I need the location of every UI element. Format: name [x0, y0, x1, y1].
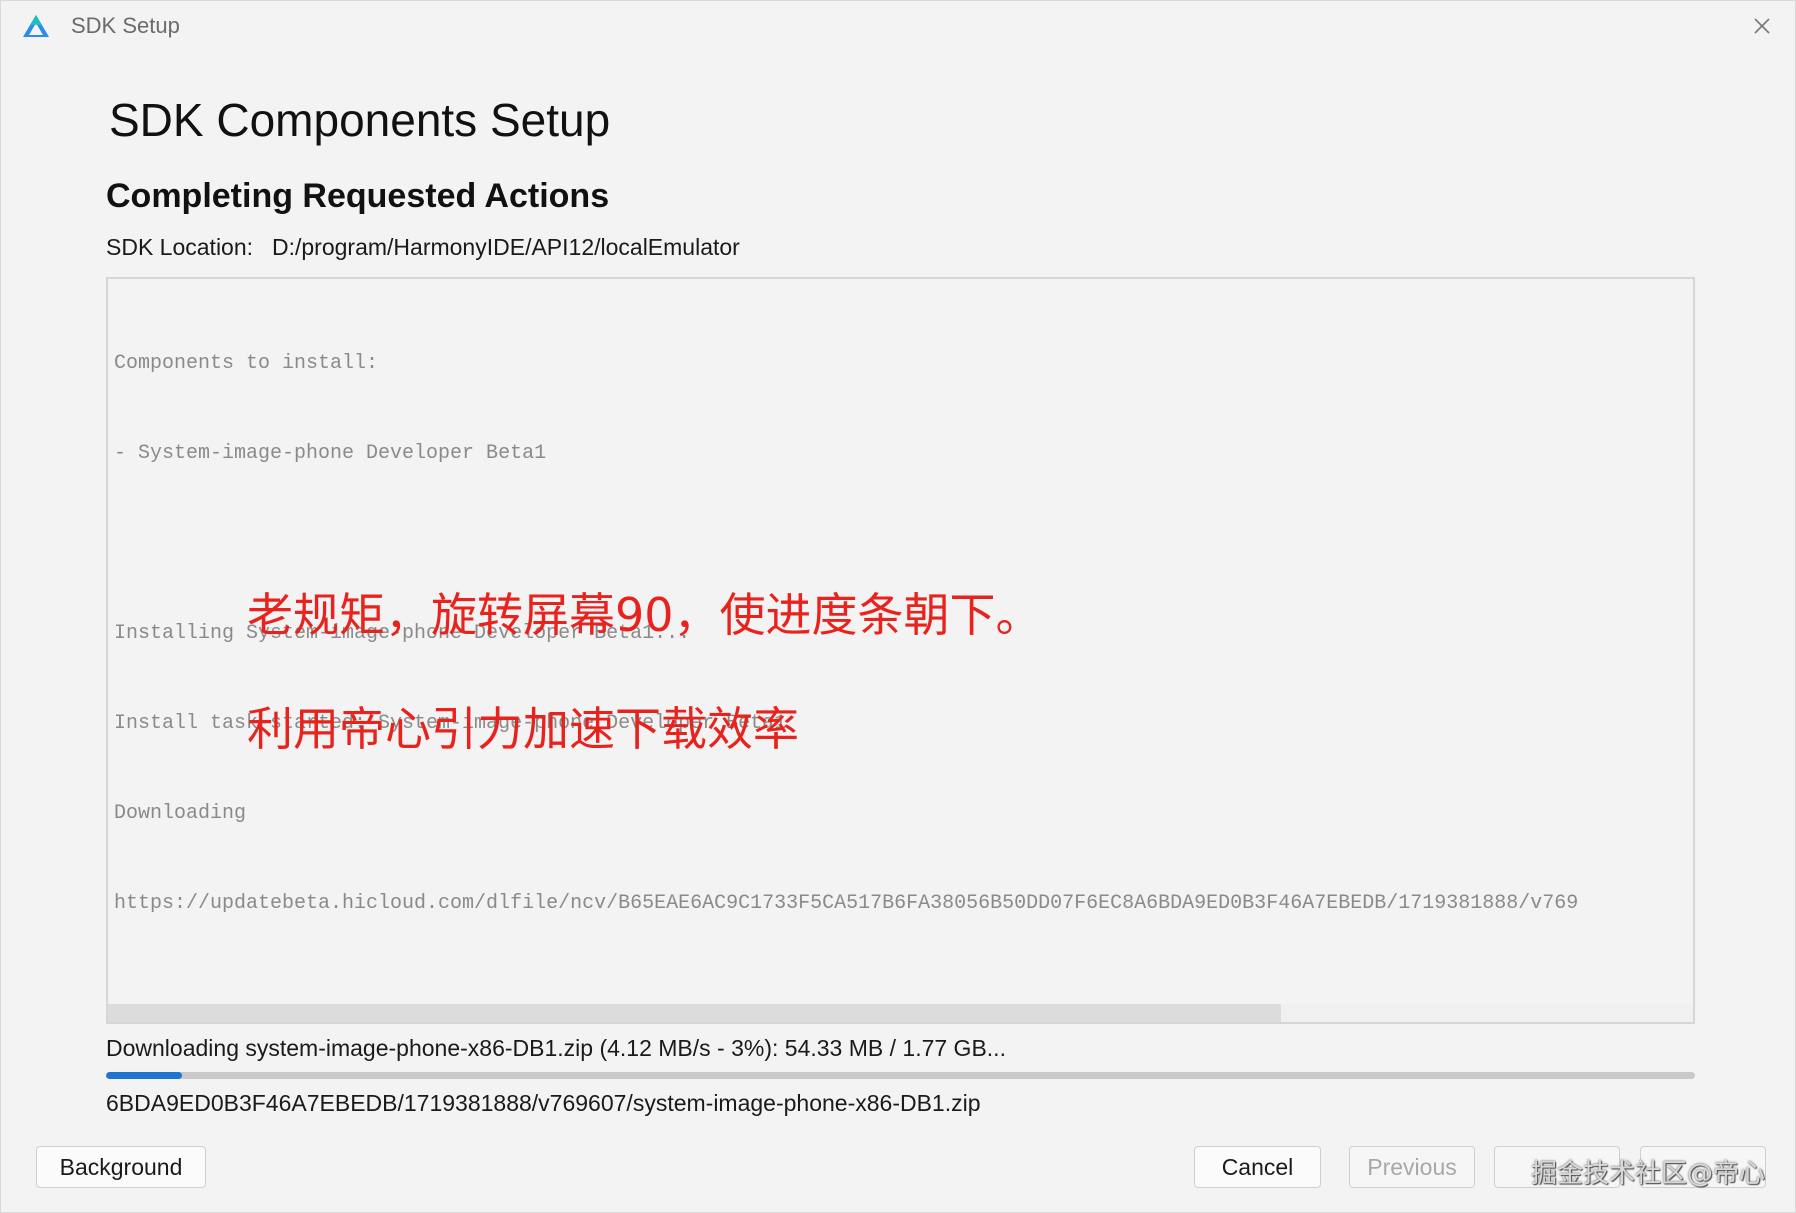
log-line: Downloading [114, 802, 247, 825]
background-button[interactable]: Background [36, 1146, 206, 1188]
log-line: - System-image-phone Developer Beta1 [114, 442, 547, 465]
log-line: https://updatebeta.hicloud.com/dlfile/nc… [114, 892, 1579, 915]
annotation-text: 老规矩，旋转屏幕90，使进度条朝下。 [247, 588, 1042, 642]
close-button[interactable] [1747, 11, 1777, 41]
annotation-text: 利用帝心引力加速下载效率 [247, 702, 799, 756]
scrollbar-thumb[interactable] [108, 1004, 1281, 1022]
download-file-path: 6BDA9ED0B3F46A7EBEDB/1719381888/v769607/… [106, 1090, 981, 1116]
page-subtitle: Completing Requested Actions [106, 177, 610, 215]
horizontal-scrollbar[interactable] [108, 1004, 1693, 1022]
sdk-location-label: SDK Location: [106, 234, 254, 260]
sdk-location-value: D:/program/HarmonyIDE/API12/localEmulato… [272, 234, 740, 260]
install-log[interactable]: Components to install: - System-image-ph… [106, 277, 1695, 1024]
title-bar: SDK Setup [1, 1, 1795, 51]
deveco-logo-icon [21, 13, 51, 39]
window-title: SDK Setup [71, 13, 180, 38]
close-icon [1754, 18, 1770, 34]
cancel-button[interactable]: Cancel [1194, 1146, 1321, 1188]
page-title: SDK Components Setup [109, 94, 611, 146]
log-line: Components to install: [114, 352, 379, 375]
sdk-setup-window: SDK Setup SDK Components Setup Completin… [0, 0, 1796, 1213]
download-status: Downloading system-image-phone-x86-DB1.z… [106, 1035, 1006, 1061]
progress-bar [106, 1072, 1695, 1079]
progress-fill [106, 1072, 183, 1079]
previous-button[interactable]: Previous [1349, 1146, 1475, 1188]
watermark: 掘金技术社区@帝心 [1531, 1159, 1766, 1189]
